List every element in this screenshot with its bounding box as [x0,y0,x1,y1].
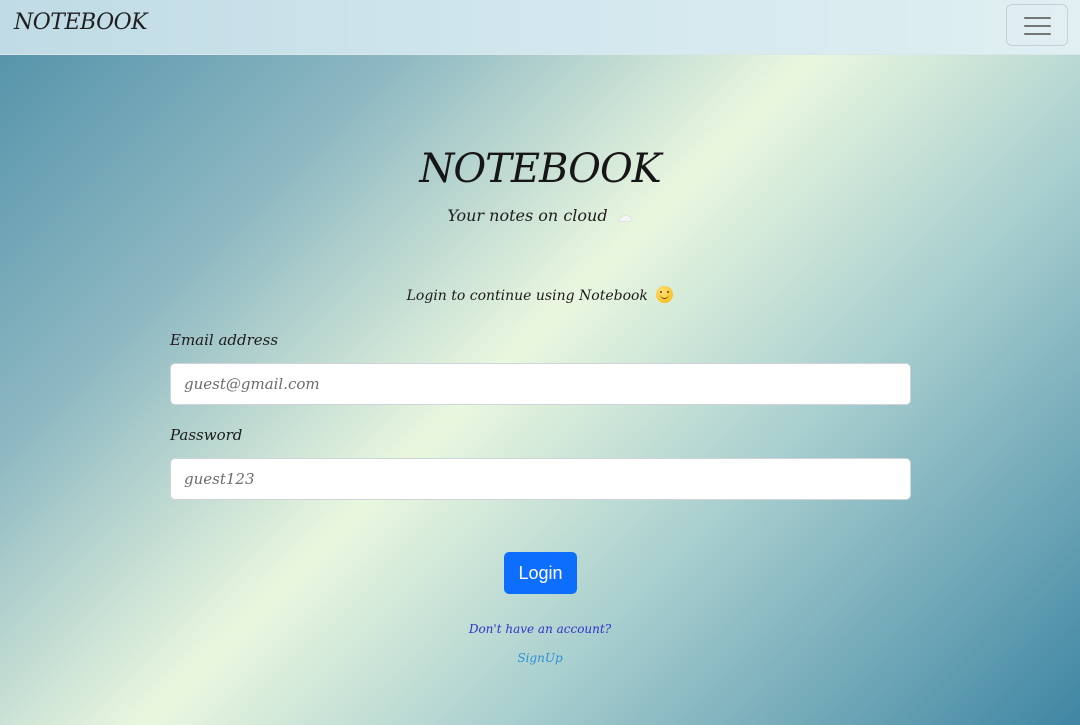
hamburger-menu-icon [1024,25,1051,27]
navbar-brand[interactable]: NOTEBOOK [14,10,148,35]
no-account-text: Don't have an account? [468,622,612,636]
cloud-icon: ☁ [616,206,633,225]
page-subtitle: Your notes on cloud ☁ [0,206,1080,225]
password-label: Password [170,426,243,444]
navbar: NOTEBOOK [0,0,1080,55]
email-label: Email address [170,331,279,349]
login-prompt: Login to continue using Notebook [0,286,1080,304]
hamburger-menu-icon [1024,17,1051,19]
smile-icon [656,286,674,303]
login-button[interactable]: Login [504,552,577,594]
page-title: NOTEBOOK [419,146,661,192]
email-field[interactable] [170,363,911,405]
hamburger-menu-icon [1024,33,1051,35]
subtitle-text: Your notes on cloud [447,206,608,225]
password-field[interactable] [170,458,911,500]
menu-toggle-button[interactable] [1006,4,1068,46]
login-prompt-text: Login to continue using Notebook [406,288,648,304]
signup-link[interactable]: SignUp [0,651,1080,665]
